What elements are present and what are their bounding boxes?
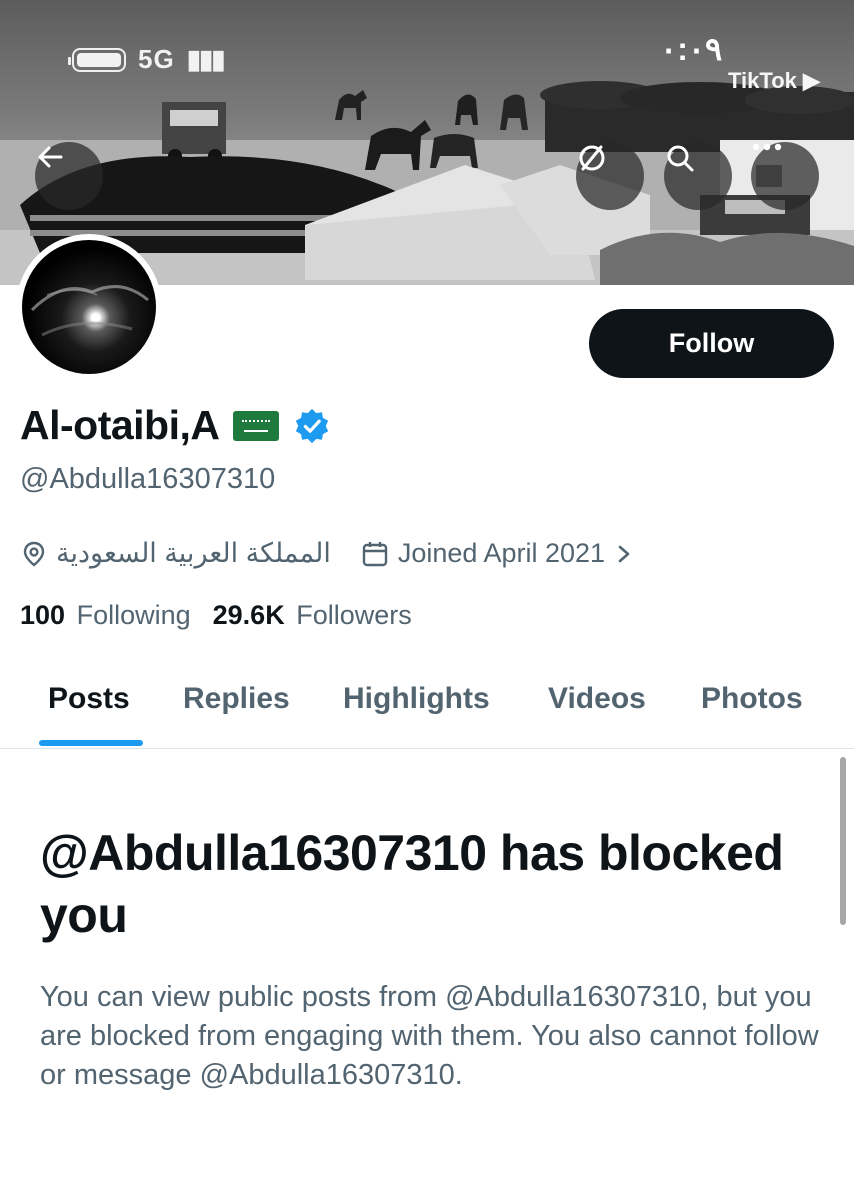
active-tab-indicator [39, 740, 143, 746]
saudi-flag-icon [233, 410, 280, 441]
profile-handle: @Abdulla16307310 [20, 463, 276, 495]
status-bar-left: 5G ▮▮▮ [68, 44, 226, 75]
follow-button[interactable]: Follow [589, 309, 834, 378]
calendar-icon [362, 541, 388, 566]
profile-meta-row: المملكة العربية السعودية Joined April 20… [20, 538, 635, 569]
block-status-button[interactable] [576, 142, 644, 210]
blocked-notice-title: @Abdulla16307310 has blocked you [40, 825, 784, 943]
battery-icon [68, 47, 126, 72]
block-icon [579, 145, 605, 171]
back-button[interactable] [35, 142, 103, 210]
followers-count: 29.6K [212, 600, 285, 630]
followers-label: Followers [296, 600, 412, 630]
profile-location: المملكة العربية السعودية [56, 538, 331, 568]
blocked-notice-body: You can view public posts from @Abdulla1… [40, 981, 819, 1091]
display-name: Al-otaibi,A [20, 402, 220, 448]
search-icon [667, 145, 694, 172]
tab-replies[interactable]: Replies [183, 682, 290, 716]
tab-photos[interactable]: Photos [701, 682, 803, 716]
more-options-button[interactable] [751, 142, 819, 210]
profile-joined-date[interactable]: Joined April 2021 [398, 538, 605, 569]
verified-badge-icon[interactable] [293, 407, 331, 445]
following-count: 100 [20, 600, 66, 630]
following-label: Following [76, 600, 191, 630]
signal-icon: ▮▮▮ [186, 44, 226, 74]
tab-posts[interactable]: Posts [48, 682, 130, 716]
following-link[interactable]: 100 Following [20, 600, 191, 631]
search-button[interactable] [664, 142, 732, 210]
follow-stats: 100 Following 29.6K Followers [20, 600, 412, 631]
status-time: ٠:٠٩ [660, 31, 723, 67]
tab-highlights[interactable]: Highlights [343, 682, 490, 716]
scrollbar[interactable] [840, 757, 846, 925]
network-type: 5G [138, 44, 175, 74]
avatar-image [22, 240, 156, 374]
chevron-right-icon[interactable] [613, 540, 635, 568]
profile-avatar[interactable] [16, 234, 162, 380]
profile-banner[interactable]: 5G ▮▮▮ ٠:٠٩ TikTok ▶ [0, 0, 854, 285]
profile-name-row: Al-otaibi,A [20, 402, 331, 449]
tab-videos[interactable]: Videos [548, 682, 646, 716]
location-icon [23, 541, 45, 567]
more-icon [752, 143, 782, 151]
profile-tabs: Posts Replies Highlights Videos Photos [0, 668, 854, 749]
back-to-app-link[interactable]: TikTok ▶ [728, 68, 820, 94]
followers-link[interactable]: 29.6K Followers [213, 600, 412, 631]
banner-image [0, 81, 854, 285]
arrow-left-icon [38, 146, 63, 168]
